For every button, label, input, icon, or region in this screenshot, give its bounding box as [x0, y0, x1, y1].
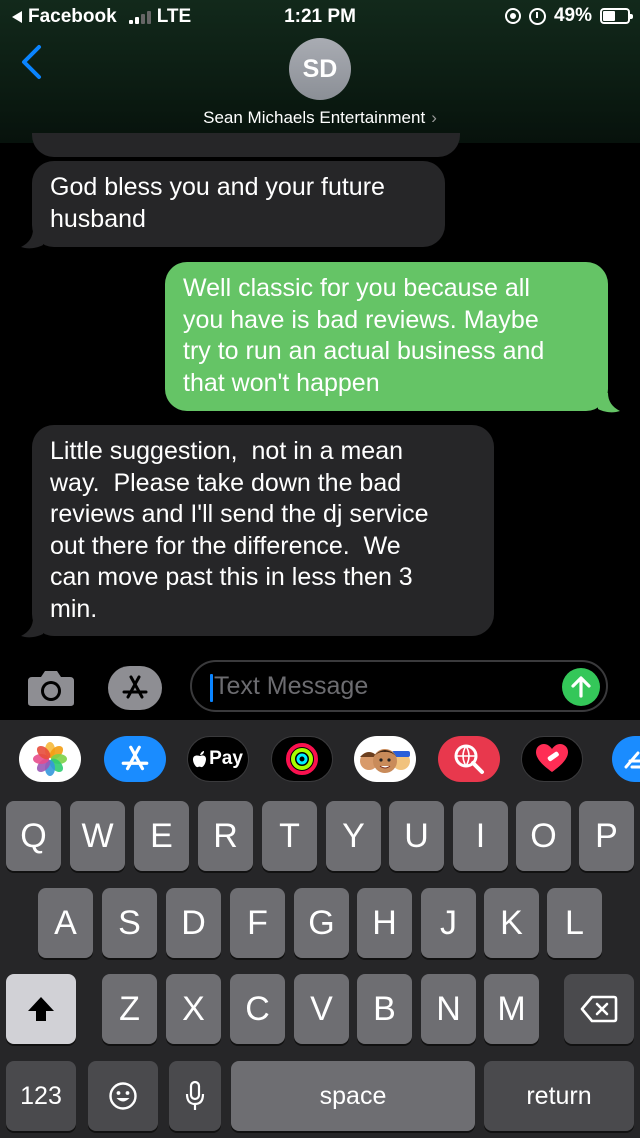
activity-app-button[interactable]	[271, 736, 333, 782]
bubble-tail	[21, 229, 43, 249]
app-drawer: Pay	[0, 720, 640, 798]
key-m[interactable]: M	[484, 974, 539, 1044]
sent-message[interactable]: Well classic for you because all you hav…	[165, 262, 608, 411]
orientation-lock-icon	[504, 8, 521, 24]
message-input-placeholder: Text Message	[214, 672, 369, 700]
key-i[interactable]: I	[453, 801, 508, 871]
bubble-tail	[21, 618, 43, 638]
back-button[interactable]	[18, 44, 46, 80]
send-button[interactable]	[562, 668, 600, 706]
app-store-icon	[122, 675, 148, 699]
return-key[interactable]: return	[484, 1061, 634, 1131]
key-p[interactable]: P	[579, 801, 634, 871]
shift-key[interactable]	[6, 974, 76, 1044]
emoji-key[interactable]	[88, 1061, 158, 1131]
key-w[interactable]: W	[70, 801, 125, 871]
battery-percent: 49%	[553, 5, 592, 26]
key-k[interactable]: K	[484, 888, 539, 958]
more-app-icon	[624, 751, 640, 769]
battery-icon	[600, 8, 633, 24]
heart-icon	[536, 744, 568, 772]
microphone-icon	[185, 1080, 205, 1110]
key-o[interactable]: O	[516, 801, 571, 871]
emoji-icon	[109, 1082, 137, 1110]
key-t[interactable]: T	[262, 801, 317, 871]
received-message[interactable]: Little suggestion, not in a mean way. Pl…	[32, 425, 494, 636]
apple-logo-icon	[193, 750, 207, 767]
key-q[interactable]: Q	[6, 801, 61, 871]
memoji-icon	[360, 749, 410, 773]
activity-rings-icon	[286, 743, 318, 775]
text-cursor	[210, 674, 213, 702]
compose-bar: Text Message	[0, 650, 640, 720]
key-y[interactable]: Y	[326, 801, 381, 871]
app-store-app-button[interactable]	[104, 736, 166, 782]
chevron-left-icon	[22, 45, 41, 79]
photos-icon	[33, 742, 67, 776]
message-list[interactable]: God bless you and your future husband We…	[0, 133, 640, 643]
camera-icon	[28, 671, 74, 706]
bubble-tail	[598, 393, 620, 413]
keyboard: Q W E R T Y U I O P A S D F G H J K L Z …	[0, 798, 640, 1138]
contact-name-button[interactable]: Sean Michaels Entertainment ›	[0, 108, 640, 128]
delete-key[interactable]	[564, 974, 634, 1044]
key-f[interactable]: F	[230, 888, 285, 958]
camera-button[interactable]	[26, 668, 76, 708]
key-a[interactable]: A	[38, 888, 93, 958]
digital-touch-app-button[interactable]	[521, 736, 583, 782]
key-v[interactable]: V	[294, 974, 349, 1044]
space-key[interactable]: space	[231, 1061, 475, 1131]
apple-pay-app-button[interactable]: Pay	[187, 736, 249, 782]
key-x[interactable]: X	[166, 974, 221, 1044]
photos-app-button[interactable]	[19, 736, 81, 782]
key-n[interactable]: N	[421, 974, 476, 1044]
key-u[interactable]: U	[389, 801, 444, 871]
memoji-app-button[interactable]	[354, 736, 416, 782]
previous-message-bubble	[32, 133, 460, 157]
key-g[interactable]: G	[294, 888, 349, 958]
avatar[interactable]: SD	[289, 38, 351, 100]
arrow-up-icon	[571, 676, 591, 698]
images-search-app-button[interactable]	[438, 736, 500, 782]
status-bar: Facebook LTE 1:21 PM 49%	[0, 0, 640, 34]
key-d[interactable]: D	[166, 888, 221, 958]
received-message[interactable]: God bless you and your future husband	[32, 161, 445, 247]
key-r[interactable]: R	[198, 801, 253, 871]
key-l[interactable]: L	[547, 888, 602, 958]
key-e[interactable]: E	[134, 801, 189, 871]
backspace-icon	[580, 995, 618, 1023]
globe-search-icon	[454, 744, 484, 774]
app-store-button[interactable]	[108, 666, 162, 710]
key-c[interactable]: C	[230, 974, 285, 1044]
key-b[interactable]: B	[357, 974, 412, 1044]
shift-arrow-icon	[28, 997, 54, 1021]
numbers-key[interactable]: 123	[6, 1061, 76, 1131]
chevron-right-icon: ›	[431, 108, 437, 127]
more-apps-button[interactable]	[612, 736, 640, 782]
key-j[interactable]: J	[421, 888, 476, 958]
message-input[interactable]: Text Message	[190, 660, 608, 712]
key-s[interactable]: S	[102, 888, 157, 958]
alarm-icon	[528, 7, 546, 25]
app-store-icon	[121, 745, 149, 771]
conversation-header: Facebook LTE 1:21 PM 49% SD Sean Michael…	[0, 0, 640, 143]
contact-name: Sean Michaels Entertainment	[203, 108, 426, 127]
key-z[interactable]: Z	[102, 974, 157, 1044]
apple-pay-label: Pay	[209, 748, 243, 769]
key-h[interactable]: H	[357, 888, 412, 958]
dictation-key[interactable]	[169, 1061, 221, 1131]
